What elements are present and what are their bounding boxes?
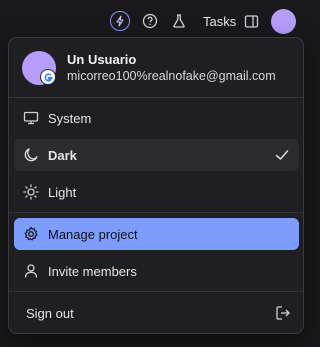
theme-light-item[interactable]: Light xyxy=(14,176,299,208)
theme-system-item[interactable]: System xyxy=(14,102,299,134)
bolt-icon[interactable] xyxy=(110,11,130,31)
sign-out-icon xyxy=(276,306,290,320)
user-icon xyxy=(22,262,40,280)
tasks-button[interactable]: Tasks xyxy=(203,14,236,29)
manage-project-label: Manage project xyxy=(48,226,138,242)
flask-icon[interactable] xyxy=(169,11,189,31)
user-name: Un Usuario xyxy=(67,52,137,67)
google-icon xyxy=(40,69,56,85)
user-email: micorreo100%realnofake@gmail.com xyxy=(67,69,276,83)
manage-project-item[interactable]: Manage project xyxy=(14,218,299,250)
gear-icon xyxy=(22,225,40,243)
panel-icon[interactable] xyxy=(241,11,261,31)
invite-members-item[interactable]: Invite members xyxy=(14,255,299,287)
account-menu: Un Usuario micorreo100%realnofake@gmail.… xyxy=(8,37,304,334)
avatar[interactable] xyxy=(271,9,296,34)
moon-icon xyxy=(22,146,40,164)
theme-light-label: Light xyxy=(48,184,77,200)
theme-system-label: System xyxy=(48,110,92,126)
help-icon[interactable] xyxy=(140,11,160,31)
theme-dark-item[interactable]: Dark xyxy=(14,139,299,171)
monitor-icon xyxy=(22,109,40,127)
sign-out-label: Sign out xyxy=(26,305,74,321)
divider xyxy=(9,291,303,292)
invite-members-label: Invite members xyxy=(48,263,137,279)
divider xyxy=(9,212,303,213)
divider xyxy=(9,97,303,98)
user-info: Un Usuario micorreo100%realnofake@gmail.… xyxy=(9,38,303,95)
sun-icon xyxy=(22,183,40,201)
sign-out-item[interactable]: Sign out xyxy=(14,297,299,329)
check-icon xyxy=(275,150,289,160)
theme-dark-label: Dark xyxy=(48,147,77,163)
